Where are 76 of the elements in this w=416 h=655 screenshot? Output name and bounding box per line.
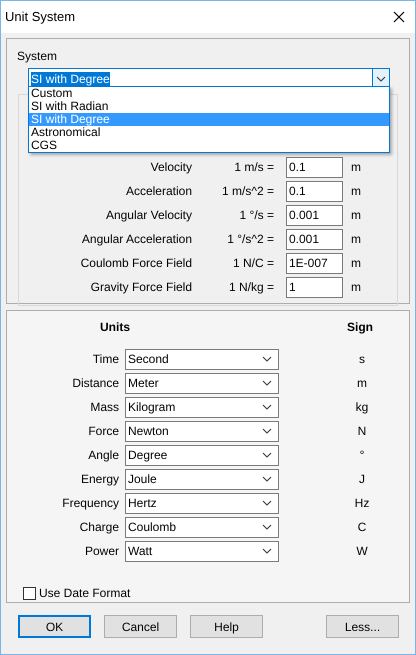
unit-sign: C [356, 519, 368, 536]
unit-select[interactable]: Kilogram [125, 396, 279, 418]
dialog-button[interactable]: Less... [326, 615, 399, 638]
unit-select[interactable]: Newton [125, 420, 279, 442]
conversion-label: Gravity Force Field [90, 279, 192, 296]
unit-expression: 1 °/s = [238, 207, 274, 224]
unit-expression: 1 m/s^2 = [221, 183, 274, 200]
conversion-input[interactable]: 0.1 [286, 156, 343, 178]
unit-expression: 1 °/s^2 = [226, 231, 274, 248]
chevron-down-icon [262, 476, 272, 482]
unit-sign: kg [354, 399, 370, 416]
unit-label: Time [92, 351, 119, 368]
unit-select[interactable]: Watt [125, 540, 279, 562]
chevron-down-icon [262, 356, 272, 362]
conversion-unit: m [351, 159, 361, 176]
chevron-down-icon [262, 500, 272, 506]
unit-label: Force [87, 423, 119, 440]
unit-select[interactable]: Degree [125, 444, 279, 466]
date-format-label: Use Date Format [39, 585, 130, 602]
units-header: Units [100, 319, 130, 336]
unit-label: Charge [78, 519, 119, 536]
system-label: System [17, 48, 58, 65]
conversion-unit: m [351, 183, 361, 200]
chevron-down-icon [262, 404, 272, 410]
unit-sign: J [358, 471, 366, 488]
unit-label: Angle [87, 447, 119, 464]
conversion-input[interactable]: 0.001 [286, 228, 343, 250]
unit-expression: 1 N/kg = [228, 279, 274, 296]
unit-label: Frequency [61, 495, 119, 512]
unit-select[interactable]: Hertz [125, 492, 279, 514]
unit-sign: m [356, 375, 368, 392]
sign-header: Sign [347, 319, 373, 336]
system-option[interactable]: Astronomical [29, 126, 389, 139]
conversion-label: Acceleration [124, 183, 192, 200]
unit-expression: 1 m/s = [233, 159, 274, 176]
dialog-button[interactable]: Cancel [104, 615, 177, 638]
unit-label: Mass [89, 399, 119, 416]
conversion-unit: m [351, 207, 361, 224]
chevron-down-icon [262, 452, 272, 458]
unit-sign: s [358, 351, 366, 368]
conversion-input[interactable]: 0.001 [286, 204, 343, 226]
unit-sign: ° [358, 447, 366, 464]
unit-sign: W [355, 543, 369, 560]
unit-select[interactable]: Meter [125, 372, 279, 394]
unit-sign: Hz [354, 495, 370, 512]
unit-expression: 1 N/C = [232, 255, 274, 272]
unit-select[interactable]: Coulomb [125, 516, 279, 538]
conversion-label: Angular Velocity [104, 207, 192, 224]
conversion-label: Coulomb Force Field [80, 255, 192, 272]
dialog-button[interactable]: Help [190, 615, 263, 638]
system-option[interactable]: SI with Radian [29, 100, 389, 113]
conversion-label: Angular Acceleration [80, 231, 192, 248]
conversion-input[interactable]: 1E-007 [286, 252, 343, 274]
conversion-input[interactable]: 0.1 [286, 180, 343, 202]
conversion-unit: m [351, 231, 361, 248]
chevron-down-icon [262, 548, 272, 554]
chevron-down-icon [262, 428, 272, 434]
chevron-down-icon [262, 380, 272, 386]
conversion-input[interactable]: 1 [286, 276, 343, 298]
conversion-unit: m [351, 255, 361, 272]
unit-select[interactable]: Joule [125, 468, 279, 490]
date-format-checkbox[interactable] [23, 586, 36, 600]
system-option[interactable]: Custom [29, 87, 389, 100]
system-option[interactable]: CGS [29, 139, 389, 152]
conversion-unit: m [351, 279, 361, 296]
window-title: Unit System [5, 8, 76, 26]
unit-label: Energy [80, 471, 119, 488]
conversion-label: Velocity [150, 159, 192, 176]
close-icon[interactable] [393, 11, 405, 23]
unit-select[interactable]: Second [125, 348, 279, 370]
chevron-down-icon [376, 76, 386, 82]
unit-sign: N [356, 423, 368, 440]
chevron-down-icon [262, 524, 272, 530]
unit-label: Distance [71, 375, 119, 392]
unit-label: Power [84, 543, 119, 560]
dialog-button[interactable]: OK [18, 615, 91, 638]
